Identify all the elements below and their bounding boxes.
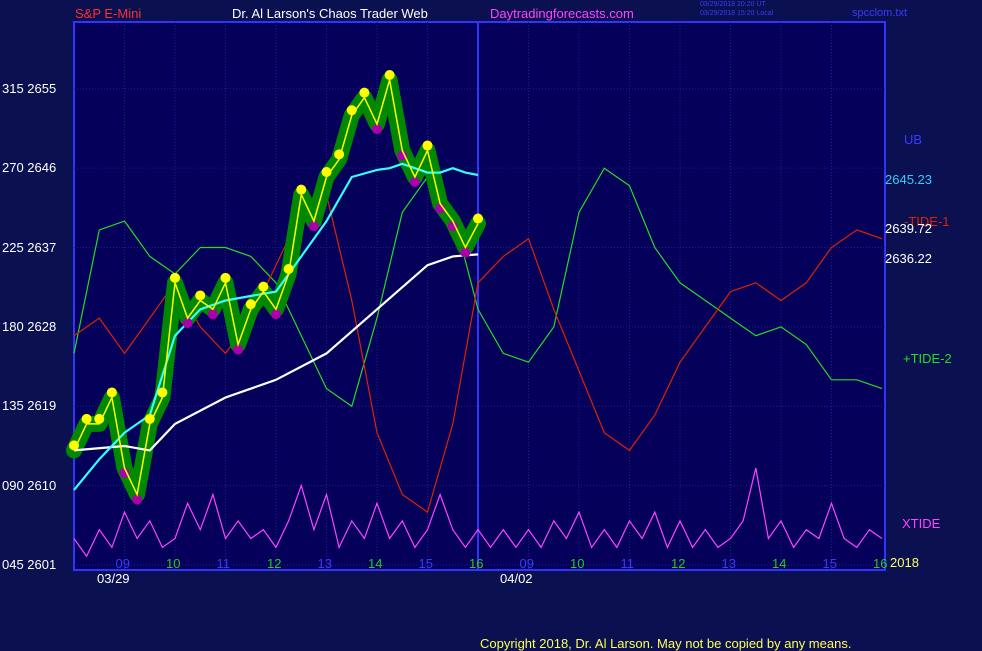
- tide2-label: +TIDE-2: [903, 351, 952, 366]
- white-value-label: 2636.22: [885, 251, 932, 266]
- x-hour-label: 15: [418, 556, 433, 571]
- x-date-label: 03/29: [97, 571, 130, 586]
- x-hour-label: 16: [873, 556, 888, 571]
- y-tick-label: 270 2646: [2, 160, 57, 176]
- x-hour-label: 11: [620, 556, 635, 571]
- x-hour-label: 15: [822, 556, 837, 571]
- x-hour-label: 10: [166, 556, 181, 571]
- price-high-dot: [359, 87, 370, 98]
- x-hour-label: 10: [570, 556, 585, 571]
- price-high-dot: [384, 70, 395, 80]
- y-tick-label: 225 2637: [2, 239, 57, 255]
- cyan-value-label: 2645.23: [885, 172, 932, 187]
- y-tick-label: 045 2601: [2, 557, 57, 572]
- price-chart: [66, 21, 886, 571]
- x-hour-label: 12: [671, 556, 686, 571]
- x-hour-label: 12: [267, 556, 282, 571]
- price-high-dot: [170, 272, 180, 283]
- x-hour-label: 14: [368, 556, 383, 571]
- copyright-text: Copyright 2018, Dr. Al Larson. May not b…: [480, 636, 852, 651]
- price-high-dot: [258, 281, 269, 292]
- x-hour-label: 11: [216, 556, 231, 571]
- price-low-dot: [271, 309, 281, 320]
- ub-label: UB: [904, 132, 923, 147]
- x-hour-label: 09: [519, 556, 534, 571]
- y-tick-label: 090 2610: [2, 477, 57, 493]
- year-label: 2018: [890, 555, 919, 570]
- x-hour-label: 14: [772, 556, 787, 571]
- y-tick-label: 180 2628: [2, 318, 57, 334]
- x-hour-label: 09: [115, 556, 130, 571]
- xtide-label: XTIDE: [902, 516, 941, 531]
- x-hour-label: 13: [317, 556, 332, 571]
- price-high-dot: [473, 213, 483, 224]
- price-low-dot: [207, 309, 218, 320]
- x-date-label: 04/02: [500, 571, 533, 586]
- price-high-dot: [81, 413, 92, 424]
- x-hour-label: 16: [469, 556, 484, 571]
- last-price-label: 2639.72: [885, 221, 932, 236]
- x-hour-label: 13: [721, 556, 736, 571]
- y-tick-label: 315 2655: [2, 80, 57, 96]
- price-high-dot: [195, 290, 206, 301]
- price-low-dot: [182, 318, 193, 329]
- y-tick-label: 135 2619: [2, 398, 57, 414]
